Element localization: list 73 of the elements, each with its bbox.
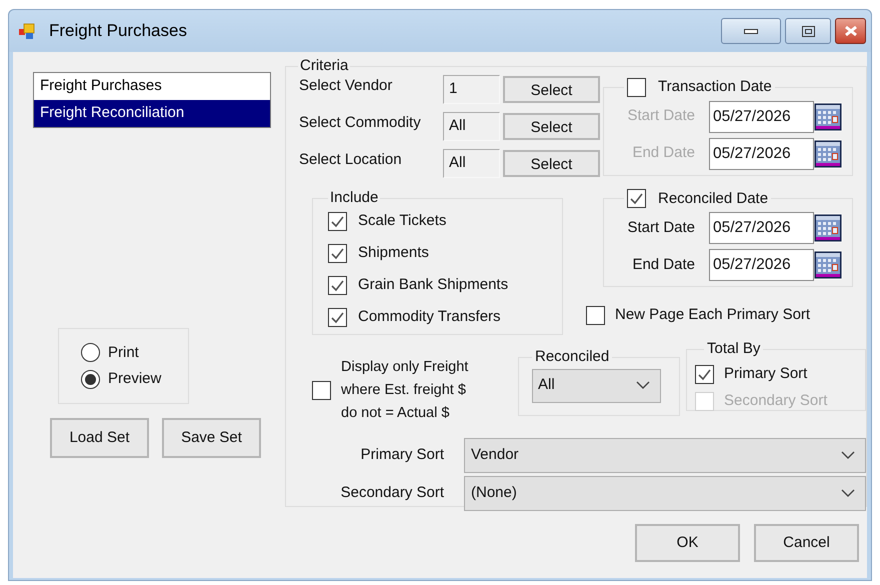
caret-icon bbox=[841, 489, 855, 498]
dialog-button[interactable]: Cancel bbox=[754, 524, 859, 562]
date-label: End Date bbox=[631, 254, 695, 275]
set-button[interactable]: Load Set bbox=[50, 418, 149, 458]
dropdown-value: Vendor bbox=[471, 445, 519, 466]
checkbox-label: Secondary Sort bbox=[724, 390, 828, 411]
dropdown-value: All bbox=[538, 375, 555, 396]
checkbox[interactable] bbox=[586, 306, 605, 325]
window-title: Freight Purchases bbox=[49, 20, 187, 42]
calendar-icon bbox=[814, 102, 842, 130]
date-label: Start Date bbox=[626, 106, 695, 126]
checkbox-label: New Page Each Primary Sort bbox=[615, 305, 810, 325]
group-label: Total By bbox=[706, 339, 762, 359]
field-label: Select Commodity bbox=[299, 113, 422, 134]
checkbox-label: Primary Sort bbox=[724, 364, 808, 384]
field-label: Select Location bbox=[299, 150, 403, 170]
date-field[interactable]: 05/27/2026 bbox=[709, 100, 814, 132]
sort-dropdown[interactable]: (None) bbox=[464, 476, 866, 511]
field-label: Secondary Sort bbox=[340, 483, 444, 504]
checkbox[interactable] bbox=[312, 381, 331, 400]
value-field[interactable]: All bbox=[443, 112, 500, 140]
select-button[interactable]: Select bbox=[503, 112, 600, 140]
calendar-icon bbox=[814, 140, 842, 168]
value-field[interactable]: 1 bbox=[443, 74, 500, 104]
close-button[interactable] bbox=[835, 18, 866, 44]
radio-button[interactable] bbox=[81, 343, 100, 362]
set-button[interactable]: Save Set bbox=[162, 418, 261, 458]
group-label: Reconciled Date bbox=[658, 188, 768, 208]
report-list-item[interactable]: Freight Reconciliation bbox=[34, 100, 270, 127]
calendar-icon bbox=[814, 251, 842, 279]
minimize-icon bbox=[744, 28, 758, 34]
radio-label: Print bbox=[108, 342, 139, 362]
caret-icon bbox=[841, 451, 855, 460]
checkbox[interactable] bbox=[328, 212, 347, 230]
checkbox[interactable] bbox=[328, 244, 347, 262]
dropdown-value: (None) bbox=[471, 483, 517, 504]
date-field[interactable]: 05/27/2026 bbox=[709, 249, 814, 281]
date-label: End Date bbox=[631, 143, 695, 164]
checkbox[interactable] bbox=[328, 308, 347, 326]
group-label: Reconciled bbox=[534, 347, 610, 367]
select-button[interactable]: Select bbox=[503, 76, 600, 102]
group-label: Transaction Date bbox=[658, 77, 772, 97]
value-field[interactable]: All bbox=[443, 148, 500, 178]
field-label: Select Vendor bbox=[299, 76, 394, 96]
date-field[interactable]: 05/27/2026 bbox=[709, 212, 814, 244]
dialog-button[interactable]: OK bbox=[635, 524, 740, 562]
checkbox[interactable] bbox=[695, 364, 714, 384]
calendar-icon bbox=[814, 214, 842, 242]
group-label: Criteria bbox=[299, 58, 350, 74]
group-label: Include bbox=[329, 189, 380, 207]
restore-icon bbox=[802, 26, 814, 36]
checkbox[interactable] bbox=[627, 189, 646, 208]
checkbox[interactable] bbox=[627, 78, 646, 97]
radio-button[interactable] bbox=[81, 370, 100, 389]
select-button[interactable]: Select bbox=[503, 150, 600, 176]
checkbox-label: Commodity Transfers bbox=[358, 306, 501, 327]
date-field[interactable]: 05/27/2026 bbox=[709, 138, 814, 170]
checkbox-label: Display only Freight where Est. freight $ do not = Actual $ bbox=[341, 358, 468, 423]
checkbox-label: Scale Tickets bbox=[358, 210, 446, 231]
radio-label: Preview bbox=[108, 369, 162, 389]
checkbox[interactable] bbox=[328, 276, 347, 294]
date-label: Start Date bbox=[626, 218, 695, 238]
report-list[interactable]: Freight Purchases Freight Reconciliation bbox=[33, 72, 271, 128]
minimize-button[interactable] bbox=[721, 18, 781, 44]
restore-button[interactable] bbox=[785, 18, 831, 44]
app-icon bbox=[19, 22, 35, 40]
sort-dropdown[interactable]: Vendor bbox=[464, 438, 866, 473]
close-icon bbox=[844, 25, 858, 37]
reconciled-dropdown[interactable]: All bbox=[532, 368, 661, 402]
checkbox-label: Grain Bank Shipments bbox=[358, 274, 508, 295]
checkbox-label: Shipments bbox=[358, 242, 429, 263]
field-label: Primary Sort bbox=[360, 445, 444, 466]
caret-icon bbox=[636, 381, 650, 390]
